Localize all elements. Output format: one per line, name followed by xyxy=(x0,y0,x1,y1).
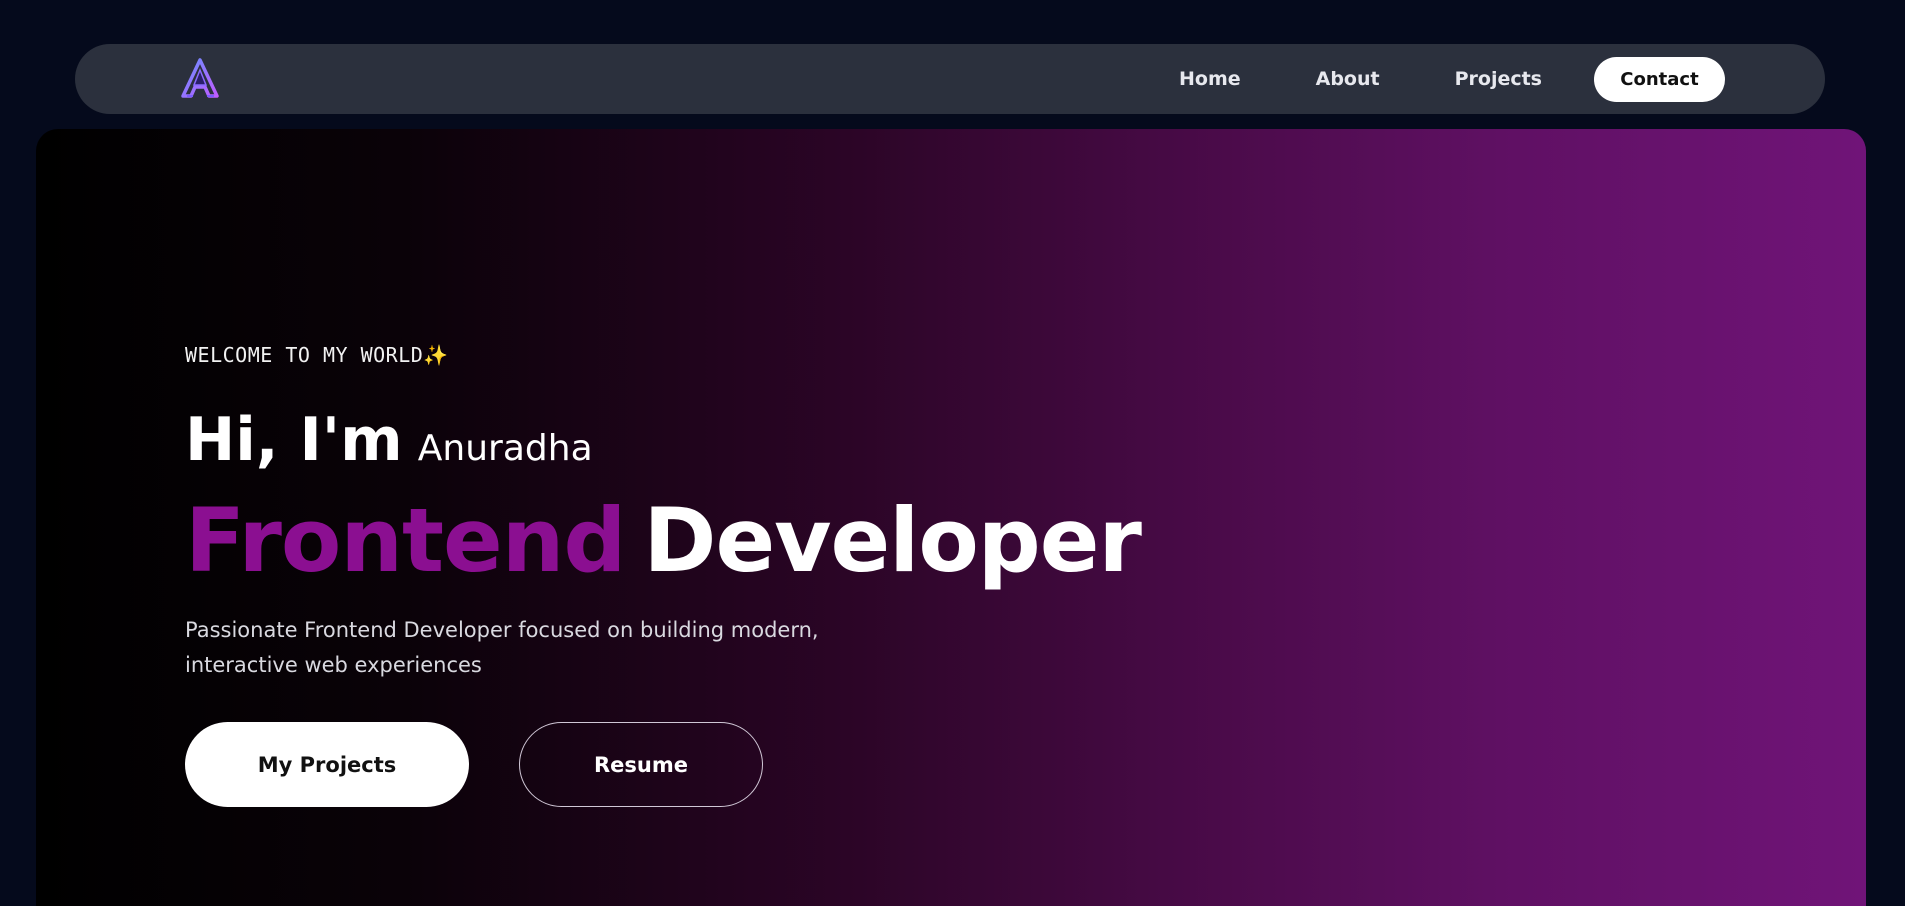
contact-button[interactable]: Contact xyxy=(1594,56,1725,102)
name-text: Anuradha xyxy=(417,428,593,469)
greeting: Hi, I'm Anuradha xyxy=(185,405,593,475)
my-projects-button[interactable]: My Projects xyxy=(185,722,469,807)
resume-button[interactable]: Resume xyxy=(519,722,763,807)
navbar: Home About Projects Contact xyxy=(75,44,1825,114)
hero-section: WELCOME TO MY WORLD✨ Hi, I'm Anuradha Fr… xyxy=(36,129,1866,906)
nav-link-projects[interactable]: Projects xyxy=(1455,68,1542,90)
nav-links: Home About Projects Contact xyxy=(1179,44,1725,114)
logo-icon[interactable] xyxy=(179,58,221,100)
welcome-label: WELCOME TO MY WORLD xyxy=(185,343,424,367)
nav-link-about[interactable]: About xyxy=(1316,68,1380,90)
welcome-text: WELCOME TO MY WORLD✨ xyxy=(185,343,449,367)
nav-link-home[interactable]: Home xyxy=(1179,68,1241,90)
sparkle-icon: ✨ xyxy=(423,343,449,367)
headline-title: Developer xyxy=(643,489,1141,592)
headline: Frontend Developer xyxy=(185,489,1142,592)
headline-role: Frontend xyxy=(185,489,626,592)
greeting-text: Hi, I'm xyxy=(185,405,403,475)
page: Home About Projects Contact WELCOME TO M… xyxy=(0,0,1905,906)
tagline: Passionate Frontend Developer focused on… xyxy=(185,618,819,677)
